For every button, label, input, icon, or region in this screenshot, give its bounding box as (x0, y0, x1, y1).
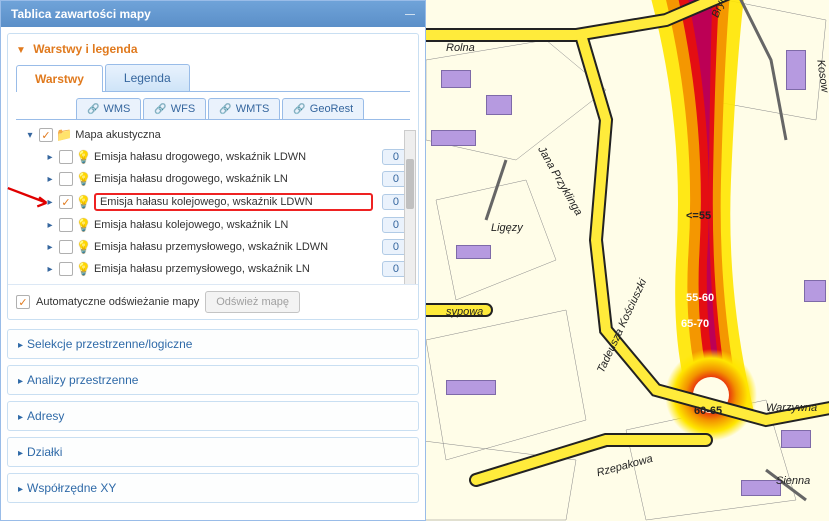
building (786, 50, 806, 90)
section-adresy[interactable]: ▸Adresy (7, 401, 419, 431)
layer-checkbox[interactable] (59, 195, 73, 209)
tree-scrollbar[interactable] (404, 130, 416, 284)
caret-right-icon: ▸ (18, 448, 23, 459)
noise-label: <=55 (686, 210, 711, 222)
layer-row: ▸ 💡 Emisja hałasu drogowego, wskaźnik LN… (44, 168, 410, 190)
layer-checkbox[interactable] (59, 240, 73, 254)
root-checkbox[interactable] (39, 128, 53, 142)
layer-checkbox[interactable] (59, 218, 73, 232)
expand-icon[interactable]: ▸ (44, 242, 56, 253)
auto-refresh-checkbox[interactable] (16, 295, 30, 309)
layer-row: ▸ 💡 Emisja hałasu kolejowego, wskaźnik L… (44, 214, 410, 236)
folder-icon: 📁 (56, 127, 72, 143)
layer-row: ▸ 💡 Emisja hałasu przemysłowego, wskaźni… (44, 258, 410, 280)
building (446, 380, 496, 395)
building (486, 95, 512, 115)
street-label: sypowa (446, 306, 483, 318)
caret-right-icon: ▸ (18, 484, 23, 495)
bulb-icon[interactable]: 💡 (76, 240, 91, 254)
layer-label: Emisja hałasu przemysłowego, wskaźnik LN (94, 263, 373, 275)
caret-right-icon: ▸ (18, 340, 23, 351)
caret-right-icon: ▸ (18, 376, 23, 387)
expand-icon[interactable]: ▾ (24, 130, 36, 141)
bulb-icon[interactable]: 💡 (76, 218, 91, 232)
tab-warstwy[interactable]: Warstwy (16, 65, 103, 92)
scroll-thumb[interactable] (406, 159, 414, 209)
layer-label: Emisja hałasu drogowego, wskaźnik LDWN (94, 151, 373, 163)
caret-right-icon: ▸ (18, 412, 23, 423)
tab-wfs[interactable]: 🔗WFS (143, 98, 206, 119)
layer-row: ▸ 💡 Emisja hałasu drogowego, wskaźnik LD… (44, 146, 410, 168)
expand-icon[interactable]: ▸ (44, 152, 56, 163)
tab-wmts[interactable]: 🔗WMTS (208, 98, 280, 119)
link-icon: 🔗 (293, 104, 305, 115)
bulb-icon[interactable]: 💡 (76, 195, 91, 209)
noise-label: 55-60 (686, 292, 714, 304)
section-analizy[interactable]: ▸Analizy przestrzenne (7, 365, 419, 395)
street-label: Rolna (446, 42, 475, 54)
link-icon: 🔗 (87, 104, 99, 115)
auto-refresh-row: Automatyczne odświeżanie mapy Odśwież ma… (8, 284, 418, 319)
layers-section-title: Warstwy i legenda (33, 42, 137, 56)
expand-icon[interactable]: ▸ (44, 220, 56, 231)
tab-wms[interactable]: 🔗WMS (76, 98, 141, 119)
layer-label: Emisja hałasu kolejowego, wskaźnik LN (94, 219, 373, 231)
bulb-icon[interactable]: 💡 (76, 150, 91, 164)
bulb-icon[interactable]: 💡 (76, 262, 91, 276)
annotation-arrow-icon (6, 185, 52, 220)
street-label: Sienna (776, 475, 810, 487)
collapse-icon[interactable]: — (405, 9, 415, 20)
refresh-button[interactable]: Odśwież mapę (205, 291, 300, 313)
link-icon: 🔗 (154, 104, 166, 115)
building (441, 70, 471, 88)
section-wspolrzedne[interactable]: ▸Współrzędne XY (7, 473, 419, 503)
map-canvas[interactable]: Rolna Brync Kosow Jana Przyklinga Ligęzy… (426, 0, 829, 521)
layer-tree: ▾ 📁 Mapa akustyczna ▸ 💡 Emisja hałasu dr… (8, 120, 418, 284)
section-dzialki[interactable]: ▸Działki (7, 437, 419, 467)
building (741, 480, 781, 496)
bulb-icon[interactable]: 💡 (76, 172, 91, 186)
panel-header: Tablica zawartości mapy — (1, 1, 425, 27)
layer-checkbox[interactable] (59, 262, 73, 276)
building (431, 130, 476, 146)
auto-refresh-label: Automatyczne odświeżanie mapy (36, 296, 199, 308)
tab-legenda[interactable]: Legenda (105, 64, 190, 91)
layers-section: ▼ Warstwy i legenda Warstwy Legenda 🔗WMS… (7, 33, 419, 320)
expand-icon[interactable]: ▸ (44, 264, 56, 275)
street-label: Ligęzy (491, 222, 523, 234)
service-tabs: 🔗WMS 🔗WFS 🔗WMTS 🔗GeoRest (16, 98, 410, 120)
caret-down-icon: ▼ (16, 45, 26, 56)
tree-root: ▾ 📁 Mapa akustyczna (24, 124, 410, 146)
link-icon: 🔗 (219, 104, 231, 115)
layers-section-header[interactable]: ▼ Warstwy i legenda (8, 34, 418, 64)
layer-label: Emisja hałasu przemysłowego, wskaźnik LD… (94, 241, 373, 253)
building (804, 280, 826, 302)
layer-row: ▸ 💡 Emisja hałasu przemysłowego, wskaźni… (44, 236, 410, 258)
layer-label: Emisja hałasu drogowego, wskaźnik LN (94, 173, 373, 185)
panel-title: Tablica zawartości mapy (11, 7, 151, 21)
toc-panel: Tablica zawartości mapy — ▼ Warstwy i le… (0, 0, 426, 521)
street-label: Warzywna (766, 402, 817, 414)
noise-label: 60-65 (694, 405, 722, 417)
section-selekcje[interactable]: ▸Selekcje przestrzenne/logiczne (7, 329, 419, 359)
roads (426, 0, 829, 521)
expand-icon[interactable]: ▸ (44, 174, 56, 185)
root-label: Mapa akustyczna (75, 129, 410, 141)
layer-checkbox[interactable] (59, 172, 73, 186)
noise-label: 65-70 (681, 318, 709, 330)
building (781, 430, 811, 448)
layer-row-highlighted: ▸ 💡 Emisja hałasu kolejowego, wskaźnik L… (44, 190, 410, 214)
main-tabs: Warstwy Legenda (16, 64, 410, 92)
tab-georest[interactable]: 🔗GeoRest (282, 98, 364, 119)
building (456, 245, 491, 259)
layer-checkbox[interactable] (59, 150, 73, 164)
layer-label: Emisja hałasu kolejowego, wskaźnik LDWN (94, 193, 373, 211)
